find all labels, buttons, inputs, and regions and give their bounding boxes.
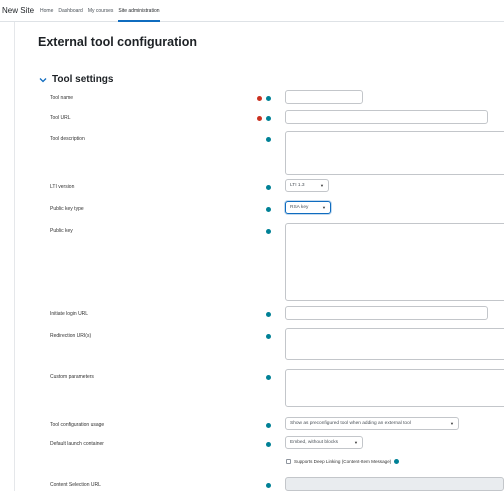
help-icon[interactable] xyxy=(266,185,271,190)
site-name[interactable]: New Site xyxy=(0,6,34,15)
content-selection-url-input[interactable] xyxy=(285,477,504,491)
nav-dashboard[interactable]: Dashboard xyxy=(58,0,82,22)
tool-url-input[interactable] xyxy=(285,110,488,124)
label-initiate-login-url: Initiate login URL xyxy=(50,311,89,317)
help-icon[interactable] xyxy=(266,483,271,488)
top-navbar: New Site Home Dashboard My courses Site … xyxy=(0,0,504,22)
lti-version-value: LTI 1.3 xyxy=(290,183,305,188)
public-key-textarea[interactable] xyxy=(285,223,504,301)
required-icon xyxy=(257,96,262,101)
help-icon[interactable] xyxy=(266,137,271,142)
help-icon[interactable] xyxy=(266,312,271,317)
help-icon[interactable] xyxy=(266,334,271,339)
label-lti-version: LTI version xyxy=(50,184,75,190)
label-default-launch-container: Default launch container xyxy=(50,441,104,447)
label-custom-parameters: Custom parameters xyxy=(50,374,94,380)
label-tool-configuration-usage: Tool configuration usage xyxy=(50,422,105,428)
help-icon[interactable] xyxy=(394,459,400,464)
help-icon[interactable] xyxy=(266,423,271,428)
caret-down-icon: ▼ xyxy=(450,421,454,426)
left-divider xyxy=(14,22,15,491)
custom-parameters-textarea[interactable] xyxy=(285,369,504,407)
nav-home[interactable]: Home xyxy=(40,0,53,22)
label-public-key: Public key xyxy=(50,228,73,234)
redirection-uris-textarea[interactable] xyxy=(285,328,504,360)
supports-deep-linking-label[interactable]: Supports Deep Linking (Content-Item Mess… xyxy=(294,459,391,464)
help-icon[interactable] xyxy=(266,375,271,380)
label-tool-url: Tool URL xyxy=(50,115,71,121)
label-content-selection-url: Content Selection URL xyxy=(50,482,101,488)
help-icon[interactable] xyxy=(266,442,271,447)
deep-linking-row: Supports Deep Linking (Content-Item Mess… xyxy=(286,459,400,464)
label-redirection-uris: Redirection URI(s) xyxy=(50,333,92,339)
nav-site-administration[interactable]: Site administration xyxy=(118,0,160,22)
required-icon xyxy=(257,116,262,121)
page-title: External tool configuration xyxy=(38,35,198,49)
label-tool-name: Tool name xyxy=(50,95,74,101)
nav-my-courses[interactable]: My courses xyxy=(88,0,114,22)
label-public-key-type: Public key type xyxy=(50,206,84,212)
chevron-down-icon[interactable] xyxy=(38,75,48,85)
tool-configuration-usage-value: Show as preconfigured tool when adding a… xyxy=(290,421,411,426)
lti-version-select[interactable]: LTI 1.3 ▼ xyxy=(285,179,329,192)
initiate-login-url-input[interactable] xyxy=(285,306,488,320)
caret-down-icon: ▼ xyxy=(320,183,324,188)
section-title: Tool settings xyxy=(52,74,114,85)
caret-down-icon: ▼ xyxy=(354,440,358,445)
help-icon[interactable] xyxy=(266,116,271,121)
default-launch-container-select[interactable]: Embed, without blocks ▼ xyxy=(285,436,363,449)
help-icon[interactable] xyxy=(266,229,271,234)
supports-deep-linking-checkbox[interactable] xyxy=(286,459,291,464)
help-icon[interactable] xyxy=(266,207,271,212)
public-key-type-value: RSA key xyxy=(290,205,309,210)
caret-down-icon: ▼ xyxy=(322,205,326,210)
tool-description-textarea[interactable] xyxy=(285,131,504,175)
tool-configuration-usage-select[interactable]: Show as preconfigured tool when adding a… xyxy=(285,417,459,430)
public-key-type-select[interactable]: RSA key ▼ xyxy=(285,201,331,214)
section-header-tool-settings[interactable]: Tool settings xyxy=(38,74,113,85)
help-icon[interactable] xyxy=(266,96,271,101)
label-tool-description: Tool description xyxy=(50,136,85,142)
tool-name-input[interactable] xyxy=(285,90,363,104)
default-launch-container-value: Embed, without blocks xyxy=(290,440,338,445)
